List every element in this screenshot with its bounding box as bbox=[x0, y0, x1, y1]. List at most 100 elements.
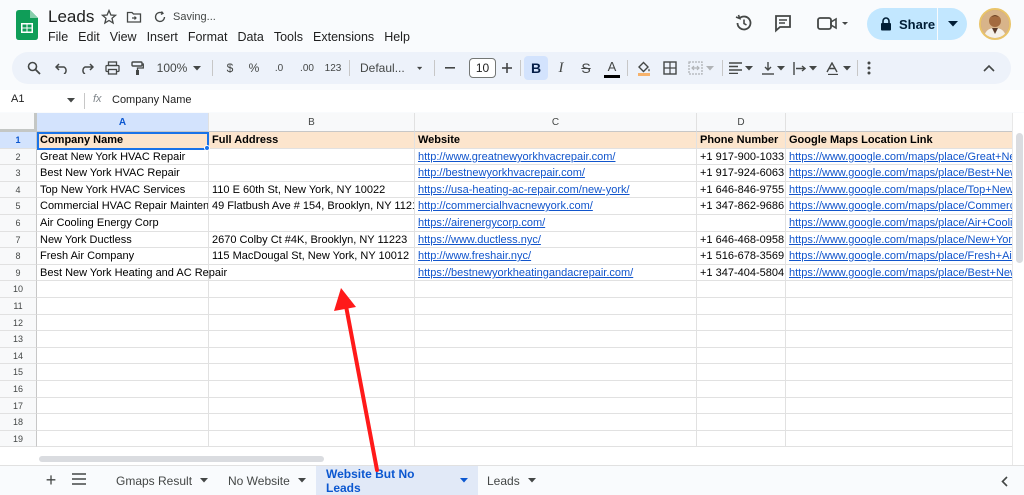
table-cell[interactable]: +1 347-404-5804 bbox=[697, 265, 786, 281]
version-history-icon[interactable] bbox=[733, 12, 755, 34]
table-cell[interactable]: Fresh Air Company bbox=[37, 248, 209, 265]
table-cell[interactable] bbox=[209, 215, 415, 232]
zoom-select[interactable]: 100% bbox=[153, 52, 205, 84]
table-cell[interactable]: +1 646-468-0958 bbox=[697, 232, 786, 248]
table-cell[interactable] bbox=[786, 281, 1016, 298]
vertical-scroll-thumb[interactable] bbox=[1016, 133, 1023, 263]
table-cell[interactable]: http://www.greatnewyorkhvacrepair.com/ bbox=[415, 149, 697, 165]
table-cell[interactable]: https://www.google.com/maps/place/Air+Co… bbox=[786, 215, 1016, 232]
table-cell[interactable] bbox=[209, 265, 415, 281]
table-cell[interactable] bbox=[209, 298, 415, 315]
table-cell[interactable] bbox=[209, 381, 415, 398]
increase-font-size-button[interactable] bbox=[496, 52, 518, 84]
table-cell[interactable] bbox=[415, 431, 697, 447]
table-cell[interactable] bbox=[415, 398, 697, 414]
table-cell[interactable]: Commercial HVAC Repair Maintena bbox=[37, 198, 209, 215]
table-cell[interactable] bbox=[697, 381, 786, 398]
fill-handle[interactable] bbox=[204, 145, 210, 151]
table-cell[interactable]: Best New York Heating and AC Repair bbox=[37, 265, 227, 281]
vertical-scrollbar[interactable] bbox=[1012, 113, 1024, 465]
table-cell[interactable] bbox=[209, 398, 415, 414]
table-cell[interactable] bbox=[37, 348, 209, 364]
menu-help[interactable]: Help bbox=[384, 29, 415, 45]
column-header-d[interactable]: D bbox=[697, 113, 786, 132]
star-icon[interactable] bbox=[101, 9, 117, 25]
horizontal-scroll-thumb[interactable] bbox=[39, 456, 324, 462]
row-header[interactable]: 13 bbox=[0, 331, 37, 348]
table-cell[interactable] bbox=[697, 398, 786, 414]
row-header[interactable]: 16 bbox=[0, 381, 37, 398]
table-cell[interactable] bbox=[415, 331, 697, 348]
table-cell[interactable]: New York Ductless bbox=[37, 232, 209, 248]
menu-tools[interactable]: Tools bbox=[274, 29, 308, 45]
column-header-e[interactable] bbox=[786, 113, 1016, 132]
menu-data[interactable]: Data bbox=[237, 29, 268, 45]
table-cell[interactable]: +1 917-900-1033 bbox=[697, 149, 786, 165]
row-header[interactable]: 19 bbox=[0, 431, 37, 447]
table-cell[interactable] bbox=[786, 331, 1016, 348]
table-cell[interactable] bbox=[415, 381, 697, 398]
avatar[interactable] bbox=[979, 8, 1011, 40]
table-cell[interactable] bbox=[209, 165, 415, 182]
table-cell[interactable] bbox=[697, 298, 786, 315]
row-header[interactable]: 18 bbox=[0, 414, 37, 431]
share-dropdown-button[interactable] bbox=[938, 8, 967, 40]
table-cell[interactable]: https://www.google.com/maps/place/Best+N… bbox=[786, 265, 1016, 281]
table-cell[interactable]: https://www.google.com/maps/place/Commer… bbox=[786, 198, 1016, 215]
paint-format-icon[interactable] bbox=[125, 52, 149, 84]
row-header[interactable]: 7 bbox=[0, 232, 37, 248]
tab-gmaps-result[interactable]: Gmaps Result bbox=[106, 466, 218, 495]
sheets-logo-icon[interactable] bbox=[16, 10, 38, 40]
chevron-down-icon[interactable] bbox=[200, 478, 209, 483]
table-cell[interactable] bbox=[415, 364, 697, 381]
merge-cells-icon[interactable] bbox=[684, 52, 718, 84]
table-cell[interactable] bbox=[415, 281, 697, 298]
table-cell[interactable] bbox=[37, 381, 209, 398]
table-cell[interactable]: https://www.google.com/maps/place/Top+Ne… bbox=[786, 182, 1016, 198]
table-cell[interactable] bbox=[209, 315, 415, 331]
table-cell[interactable] bbox=[697, 364, 786, 381]
table-cell[interactable]: Best New York HVAC Repair bbox=[37, 165, 209, 182]
tab-website-but-no-leads[interactable]: Website But No Leads bbox=[316, 466, 478, 495]
tab-leads[interactable]: Leads bbox=[477, 466, 546, 495]
table-cell[interactable]: https://airenergycorp.com/ bbox=[415, 215, 697, 232]
table-cell[interactable] bbox=[209, 348, 415, 364]
table-cell[interactable] bbox=[697, 281, 786, 298]
add-sheet-button[interactable]: + bbox=[41, 470, 61, 490]
column-header-a[interactable]: A bbox=[37, 113, 209, 132]
menu-insert[interactable]: Insert bbox=[147, 29, 183, 45]
table-cell[interactable] bbox=[697, 414, 786, 431]
table-cell[interactable] bbox=[786, 398, 1016, 414]
row-header[interactable]: 17 bbox=[0, 398, 37, 414]
row-header[interactable]: 9 bbox=[0, 265, 37, 281]
search-menus-icon[interactable] bbox=[22, 52, 46, 84]
table-cell[interactable] bbox=[697, 215, 786, 232]
table-cell[interactable] bbox=[786, 348, 1016, 364]
table-cell[interactable] bbox=[37, 431, 209, 447]
menu-format[interactable]: Format bbox=[188, 29, 233, 45]
row-header[interactable]: 10 bbox=[0, 281, 37, 298]
chevron-down-icon[interactable] bbox=[67, 98, 75, 103]
table-cell[interactable]: +1 917-924-6063 bbox=[697, 165, 786, 182]
table-cell[interactable]: 49 Flatbush Ave # 154, Brooklyn, NY 1121… bbox=[209, 198, 415, 215]
text-rotation-icon[interactable] bbox=[822, 52, 854, 84]
spreadsheet-grid[interactable]: A B C D 1 Company Name Full Address Website… bbox=[0, 113, 1024, 465]
table-cell[interactable]: 110 E 60th St, New York, NY 10022 bbox=[209, 182, 415, 198]
table-cell[interactable]: http://commercialhvacnewyork.com/ bbox=[415, 198, 697, 215]
tab-no-website[interactable]: No Website bbox=[218, 466, 316, 495]
formula-input[interactable]: Company Name bbox=[112, 94, 191, 106]
table-cell[interactable] bbox=[209, 431, 415, 447]
table-cell[interactable] bbox=[786, 414, 1016, 431]
table-cell[interactable]: https://www.google.com/maps/place/New+Yo… bbox=[786, 232, 1016, 248]
document-title[interactable]: Leads bbox=[48, 7, 94, 27]
decrease-font-size-button[interactable] bbox=[439, 52, 461, 84]
increase-decimal-button[interactable]: .00 bbox=[293, 52, 321, 84]
table-cell[interactable]: https://bestnewyorkheatingandacrepair.co… bbox=[415, 265, 697, 281]
table-cell[interactable]: https://www.google.com/maps/place/Great+… bbox=[786, 149, 1016, 165]
table-cell[interactable]: Air Cooling Energy Corp bbox=[37, 215, 209, 232]
table-cell[interactable] bbox=[786, 364, 1016, 381]
collapse-toolbar-icon[interactable] bbox=[978, 52, 1000, 84]
table-cell[interactable] bbox=[786, 315, 1016, 331]
table-cell[interactable]: Company Name bbox=[37, 132, 209, 149]
redo-icon[interactable] bbox=[75, 52, 99, 84]
